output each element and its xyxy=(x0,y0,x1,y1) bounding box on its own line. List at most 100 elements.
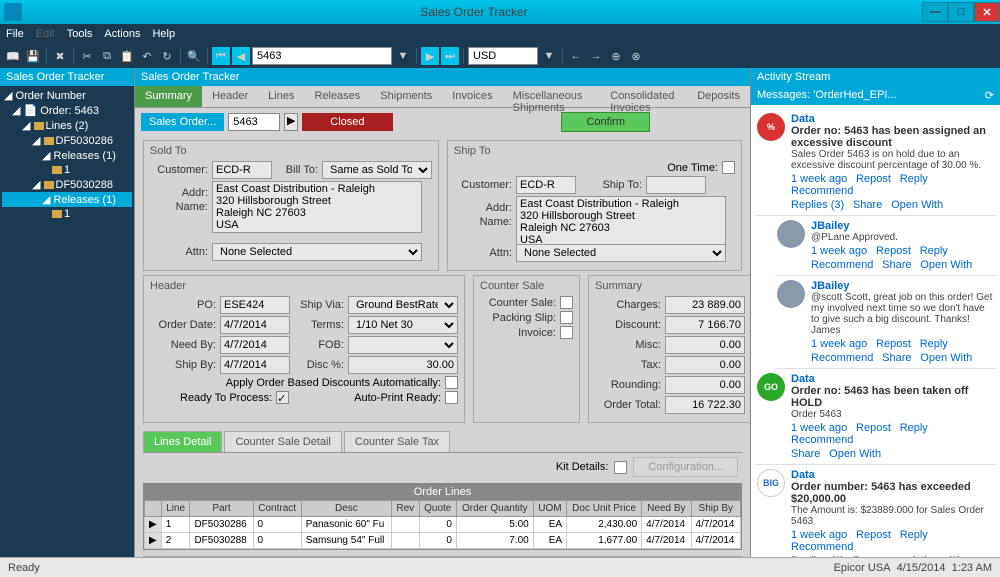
ready-checkbox[interactable]: ✓ xyxy=(276,391,289,404)
nav-fwd-icon[interactable]: → xyxy=(587,47,605,65)
po-input[interactable] xyxy=(220,296,290,314)
window-title: Sales Order Tracker xyxy=(26,5,922,19)
billto-select[interactable]: Same as Sold To xyxy=(322,161,432,179)
message-user[interactable]: JBailey xyxy=(811,280,994,292)
table-row[interactable]: ▶2DF50302880Samsung 54" Full07.00EA1,677… xyxy=(145,533,741,549)
message-icon: BIG xyxy=(757,469,785,497)
tree-order[interactable]: ◢ 📄 Order: 5463 xyxy=(2,103,132,118)
shipby-input[interactable] xyxy=(220,356,290,374)
invoice-checkbox[interactable] xyxy=(560,326,573,339)
message-item[interactable]: JBailey@PLane Approved.1 week ago Repost… xyxy=(775,216,996,276)
tree-rel[interactable]: 1 xyxy=(2,163,132,177)
undo-icon[interactable]: ↶ xyxy=(138,47,156,65)
save-icon[interactable]: 💾 xyxy=(24,47,42,65)
last-icon[interactable]: ⏭ xyxy=(441,47,459,65)
shipto-shipto[interactable] xyxy=(646,176,706,194)
discount-value xyxy=(665,316,745,334)
tree-root[interactable]: ◢ Order Number xyxy=(2,88,132,103)
menu-actions[interactable]: Actions xyxy=(104,28,140,40)
soldto-address xyxy=(212,181,422,233)
shipto-attn[interactable]: None Selected xyxy=(516,244,726,262)
paste-icon[interactable]: 📋 xyxy=(118,47,136,65)
close-button[interactable]: ✕ xyxy=(974,2,1000,22)
counter-legend: Counter Sale xyxy=(480,280,573,292)
countersale-checkbox[interactable] xyxy=(560,296,573,309)
table-row[interactable]: ▶1DF50302860Panasonic 60" Fu05.00EA2,430… xyxy=(145,517,741,533)
order-lines-grid[interactable]: Order Lines LinePartContractDescRevQuote… xyxy=(143,483,742,550)
message-user[interactable]: Data xyxy=(791,373,994,385)
fob-select[interactable] xyxy=(348,336,458,354)
message-item[interactable]: %DataOrder no: 5463 has been assigned an… xyxy=(755,109,996,216)
menu-tools[interactable]: Tools xyxy=(67,28,93,40)
message-icon xyxy=(777,280,805,308)
copy-icon[interactable]: ⧉ xyxy=(98,47,116,65)
packingslip-checkbox[interactable] xyxy=(560,311,573,324)
tab-header[interactable]: Header xyxy=(202,86,258,107)
tab-misc-shipments[interactable]: Miscellaneous Shipments xyxy=(503,86,601,107)
message-user[interactable]: Data xyxy=(791,469,994,481)
tab-consolidated[interactable]: Consolidated Invoices xyxy=(600,86,687,107)
prev-icon[interactable]: ◀ xyxy=(232,47,250,65)
delete-icon[interactable]: ✖ xyxy=(51,47,69,65)
shipvia-select[interactable]: Ground BestRate xyxy=(348,296,458,314)
subtab-counter-tax[interactable]: Counter Sale Tax xyxy=(344,431,450,452)
refresh-icon[interactable]: ↻ xyxy=(158,47,176,65)
tree-releases[interactable]: ◢ Releases (1) xyxy=(2,148,132,163)
tab-shipments[interactable]: Shipments xyxy=(370,86,442,107)
horizontal-scrollbar[interactable]: ◀▶ xyxy=(143,556,742,557)
nav-icon[interactable]: ⊕ xyxy=(607,47,625,65)
tab-lines[interactable]: Lines xyxy=(258,86,304,107)
message-item[interactable]: JBailey@scott Scott, great job on this o… xyxy=(775,276,996,369)
book-icon[interactable]: 📖 xyxy=(4,47,22,65)
menu-edit[interactable]: Edit xyxy=(36,28,55,40)
orderdate-input[interactable] xyxy=(220,316,290,334)
ship-to-legend: Ship To xyxy=(454,145,735,157)
next-icon[interactable]: ▶ xyxy=(421,47,439,65)
confirm-button[interactable]: Confirm xyxy=(561,112,650,132)
tree-lines[interactable]: ◢ Lines (2) xyxy=(2,118,132,133)
tab-releases[interactable]: Releases xyxy=(304,86,370,107)
order-selector[interactable] xyxy=(252,47,392,65)
order-search-button[interactable]: ▶ xyxy=(284,113,298,131)
needby-input[interactable] xyxy=(220,336,290,354)
autoprint-checkbox[interactable] xyxy=(445,391,458,404)
maximize-button[interactable]: □ xyxy=(948,2,974,22)
autodisc-checkbox[interactable] xyxy=(445,376,458,389)
currency-selector[interactable] xyxy=(468,47,538,65)
search-icon[interactable]: 🔍 xyxy=(185,47,203,65)
soldto-customer[interactable] xyxy=(212,161,272,179)
dropdown-icon[interactable]: ▼ xyxy=(394,47,412,65)
order-number-input[interactable] xyxy=(228,113,280,131)
message-icon xyxy=(777,220,805,248)
dropdown-icon[interactable]: ▼ xyxy=(540,47,558,65)
tab-deposits[interactable]: Deposits xyxy=(687,86,750,107)
discpct-input[interactable] xyxy=(348,356,458,374)
message-item[interactable]: GODataOrder no: 5463 has been taken off … xyxy=(755,369,996,465)
tree-part[interactable]: ◢ DF5030286 xyxy=(2,133,132,148)
message-user[interactable]: Data xyxy=(791,113,994,125)
minimize-button[interactable]: — xyxy=(922,2,948,22)
messages-list[interactable]: %DataOrder no: 5463 has been assigned an… xyxy=(751,105,1000,557)
subtab-counter-detail[interactable]: Counter Sale Detail xyxy=(224,431,341,452)
nav-back-icon[interactable]: ← xyxy=(567,47,585,65)
order-tree[interactable]: ◢ Order Number ◢ 📄 Order: 5463 ◢ Lines (… xyxy=(0,86,134,557)
menu-file[interactable]: File xyxy=(6,28,24,40)
subtab-lines-detail[interactable]: Lines Detail xyxy=(143,431,222,452)
shipto-customer[interactable] xyxy=(516,176,576,194)
tree-releases-selected[interactable]: ◢ Releases (1) xyxy=(2,192,132,207)
tab-invoices[interactable]: Invoices xyxy=(442,86,502,107)
message-item[interactable]: BIGDataOrder number: 5463 has exceeded $… xyxy=(755,465,996,557)
message-user[interactable]: JBailey xyxy=(811,220,994,232)
tree-part[interactable]: ◢ DF5030288 xyxy=(2,177,132,192)
soldto-attn[interactable]: None Selected xyxy=(212,243,422,261)
terms-select[interactable]: 1/10 Net 30 xyxy=(348,316,458,334)
refresh-icon[interactable]: ⟳ xyxy=(985,89,994,102)
kit-checkbox[interactable] xyxy=(614,461,627,474)
tree-rel[interactable]: 1 xyxy=(2,207,132,221)
menu-help[interactable]: Help xyxy=(152,28,175,40)
nav-icon[interactable]: ⊗ xyxy=(627,47,645,65)
tab-summary[interactable]: Summary xyxy=(135,86,202,107)
first-icon[interactable]: ⏮ xyxy=(212,47,230,65)
cut-icon[interactable]: ✂ xyxy=(78,47,96,65)
onetime-checkbox[interactable] xyxy=(722,161,735,174)
